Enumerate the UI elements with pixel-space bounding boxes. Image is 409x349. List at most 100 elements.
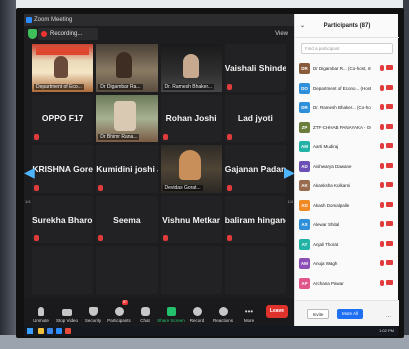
muted-mic-icon xyxy=(380,279,384,286)
participant-caption: Dr. Ramesh Bhaker... xyxy=(162,83,215,90)
video-off-icon xyxy=(386,143,393,148)
windows-start-icon[interactable] xyxy=(27,328,33,334)
avatar: ZP xyxy=(299,121,310,133)
participant-name: Rohan Joshi xyxy=(165,113,217,124)
participant-status-icons xyxy=(380,279,393,286)
participant-video-tile[interactable]: Department of Eco... xyxy=(32,44,94,92)
zoom-meeting-window: Zoom Meeting Recording... View Departmen… xyxy=(24,14,295,326)
participant-video-tile[interactable]: Vaishali Shinde xyxy=(224,44,286,92)
participant-video-tile[interactable]: Dr Digambar Ra... xyxy=(96,44,158,92)
participant-video-tile[interactable]: Seema xyxy=(96,195,158,244)
video-off-icon xyxy=(386,182,393,187)
record-button[interactable]: Record xyxy=(184,299,210,325)
participant-list-name: Dr Digambar R... (Co-host, me) xyxy=(313,66,371,72)
shield-icon[interactable] xyxy=(28,29,37,39)
participant-list-name: Aishwarya Dawane xyxy=(313,163,352,169)
desk-left-edge xyxy=(0,0,16,349)
meeting-top-bar: Recording... View xyxy=(24,26,294,42)
share-screen-label: Share Screen xyxy=(157,318,185,323)
participant-list-item[interactable]: AD Akash Domalpalle xyxy=(299,196,395,216)
participant-video-tile[interactable]: Gajanan Padam... xyxy=(224,145,286,193)
view-button[interactable]: View xyxy=(275,29,288,39)
empty-video-tile xyxy=(96,246,158,294)
chat-button[interactable]: Chat xyxy=(132,299,158,325)
empty-video-tile xyxy=(32,246,94,294)
ellipsis-icon: ••• xyxy=(244,307,254,316)
participant-name: Vishnu Metkar xyxy=(162,214,221,225)
leave-button[interactable]: Leave xyxy=(266,305,288,318)
participant-name: Kumidini joshi J... xyxy=(96,163,157,174)
unmute-button[interactable]: Unmute xyxy=(28,299,54,325)
participant-video-tile[interactable]: Devidas Gorat... xyxy=(160,145,222,193)
share-screen-button[interactable]: Share Screen xyxy=(157,299,185,325)
gallery-grid: Department of Eco... Dr Digambar Ra... Dr.… xyxy=(32,44,286,294)
participants-panel-footer: Invite Mute All ... xyxy=(295,300,399,326)
participant-video-tile[interactable]: Lad jyoti xyxy=(224,94,286,143)
microphone-icon xyxy=(38,307,44,316)
more-button[interactable]: ••• More xyxy=(236,299,262,325)
participant-list-name: Aarti Mudiraj xyxy=(313,144,339,150)
participant-caption: Dr Bhimr Rana... xyxy=(98,134,140,141)
participant-status-icons xyxy=(380,162,393,169)
taskbar-clock: 1:02 PM xyxy=(379,328,394,333)
participants-label: Participants xyxy=(107,318,131,323)
participant-search-input[interactable]: Find a participant xyxy=(301,43,393,54)
avatar: AW xyxy=(299,258,310,270)
next-page-arrow-icon[interactable]: ▶ xyxy=(284,164,295,180)
participant-list-name: Anuja Wagh xyxy=(313,261,338,267)
file-explorer-icon[interactable] xyxy=(38,328,44,334)
browser-icon[interactable] xyxy=(47,328,53,334)
empty-video-tile xyxy=(160,246,222,294)
previous-page-arrow-icon[interactable]: ◀ xyxy=(24,164,35,180)
participant-list-item[interactable]: AD Aishwarya Dawane xyxy=(299,157,395,177)
app-icon[interactable] xyxy=(65,328,71,334)
participants-panel-header: ⌄ Participants (87) xyxy=(295,14,399,38)
participant-list-item[interactable]: DO Department of Econo... (Host) xyxy=(299,79,395,99)
participant-video-tile[interactable]: OPPO F17 xyxy=(32,94,94,143)
participants-button[interactable]: 87 Participants xyxy=(106,299,132,325)
participant-status-icons xyxy=(380,201,393,208)
participant-video-tile[interactable]: Surekha Bharose xyxy=(32,195,94,244)
page-indicator-right: 1/4 xyxy=(287,199,293,204)
zoom-app-icon xyxy=(26,17,32,23)
participant-list: DR Dr Digambar R... (Co-host, me) DO Depart… xyxy=(299,59,395,293)
record-icon xyxy=(192,307,202,316)
participant-list-name: Akash Domalpalle xyxy=(313,202,350,208)
empty-video-tile xyxy=(224,246,286,294)
participant-list-item[interactable]: AS Alewar Shital xyxy=(299,215,395,235)
stop-video-button[interactable]: Stop Video xyxy=(54,299,80,325)
participants-panel: ⌄ Participants (87) Find a participant D… xyxy=(294,14,399,326)
participant-status-icons xyxy=(380,260,393,266)
participant-video-tile[interactable]: baliram hingane xyxy=(224,195,286,244)
page-indicator-left: 1/4 xyxy=(25,199,31,204)
participant-list-item[interactable]: AT Anjali Thorat xyxy=(299,235,395,255)
participant-list-item[interactable]: AP Archana Pawar xyxy=(299,274,395,294)
participant-list-item[interactable]: DR Dr Digambar R... (Co-host, me) xyxy=(299,59,395,79)
video-off-icon xyxy=(386,240,393,246)
participant-list-item[interactable]: DR Dr. Ramesh Bhaker... (Co-host) xyxy=(299,98,395,118)
avatar: DO xyxy=(299,82,310,94)
zoom-taskbar-icon[interactable] xyxy=(56,328,62,334)
record-label: Record xyxy=(189,318,205,323)
participant-list-item[interactable]: ZPZTF-CHHAB PANAYAKA - GOLF xyxy=(299,118,395,138)
participant-video-tile[interactable]: Kumidini joshi J... xyxy=(96,145,158,193)
avatar: AD xyxy=(299,199,310,211)
participant-video-tile[interactable]: Dr Bhimr Rana... xyxy=(96,94,158,143)
panel-more-button[interactable]: ... xyxy=(386,311,391,321)
participant-video-tile[interactable]: Vishnu Metkar xyxy=(160,195,222,244)
reactions-button[interactable]: Reactions xyxy=(210,299,236,325)
invite-button[interactable]: Invite xyxy=(307,309,329,319)
participant-list-name: Akanksha Kulkarni xyxy=(313,183,351,189)
participant-list-item[interactable]: AM Aarti Mudiraj xyxy=(299,137,395,157)
participant-status-icons xyxy=(380,65,393,71)
mute-all-button[interactable]: Mute All xyxy=(337,309,363,319)
security-button[interactable]: Security xyxy=(80,299,106,325)
muted-mic-icon xyxy=(98,235,104,242)
participant-list-item[interactable]: AK Akanksha Kulkarni xyxy=(299,176,395,196)
participant-video-tile[interactable]: KRISHNA Gore xyxy=(32,145,94,193)
chevron-down-icon[interactable]: ⌄ xyxy=(300,14,305,38)
participant-video-tile[interactable]: Dr. Ramesh Bhaker... xyxy=(160,44,222,92)
participant-video-tile[interactable]: Rohan Joshi xyxy=(160,94,222,143)
participant-list-item[interactable]: AW Anuja Wagh xyxy=(299,254,395,274)
chat-label: Chat xyxy=(140,318,150,323)
